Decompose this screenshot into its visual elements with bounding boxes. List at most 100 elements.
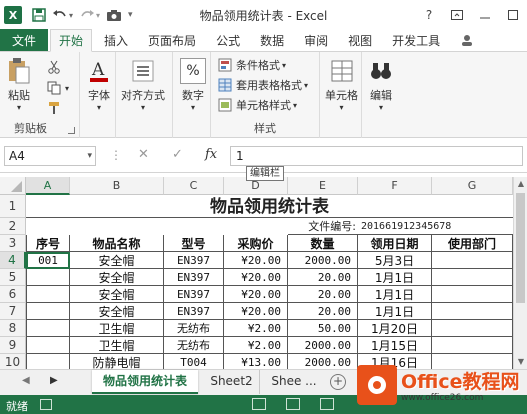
header-date[interactable]: 领用日期 (358, 235, 432, 252)
formula-bar-grip[interactable]: ⋮ (110, 148, 122, 162)
editing-button[interactable]: 编辑 ▾ (368, 58, 394, 112)
ribbon-display-icon[interactable] (443, 3, 471, 27)
cut-button[interactable] (46, 58, 65, 76)
cell-model[interactable]: EN397 (164, 252, 224, 269)
camera-icon[interactable] (106, 4, 122, 26)
save-icon[interactable] (32, 4, 46, 26)
insert-function-icon[interactable]: fx (205, 147, 217, 162)
sheet-tab-2[interactable]: Sheet2 (204, 370, 260, 394)
maximize-icon[interactable] (499, 3, 527, 27)
row-header-8[interactable]: 8 (0, 320, 26, 337)
cell-date[interactable]: 1月1日 (358, 269, 432, 286)
tab-file[interactable]: 文件 (0, 29, 49, 51)
cell-item-name[interactable]: 卫生帽 (70, 320, 164, 337)
cell-date[interactable]: 1月1日 (358, 303, 432, 320)
undo-dropdown-icon[interactable]: ▾ (69, 4, 73, 26)
cell-model[interactable]: EN397 (164, 269, 224, 286)
row-header-6[interactable]: 6 (0, 286, 26, 303)
font-button[interactable]: A 字体 ▾ (86, 58, 112, 112)
tab-developer[interactable]: 开发工具 (384, 29, 448, 51)
cell-no[interactable] (26, 320, 70, 337)
cell-no[interactable] (26, 269, 70, 286)
row-header-5[interactable]: 5 (0, 269, 26, 286)
cell-price[interactable]: ¥20.00 (224, 269, 288, 286)
cell-date[interactable]: 5月3日 (358, 252, 432, 269)
sheet-next-icon[interactable]: ▶ (50, 375, 58, 386)
cell-price[interactable]: ¥20.00 (224, 252, 288, 269)
header-item-name[interactable]: 物品名称 (70, 235, 164, 252)
cell-model[interactable]: 无纺布 (164, 337, 224, 354)
tab-data[interactable]: 数据 (252, 29, 292, 51)
name-box[interactable]: A4 ▾ (4, 146, 96, 166)
normal-view-icon[interactable] (252, 398, 266, 410)
paste-button[interactable]: 粘贴 ▾ (6, 58, 32, 112)
tab-home[interactable]: 开始 (50, 29, 93, 52)
cell-quantity[interactable]: 20.00 (288, 286, 358, 303)
cell-price[interactable]: ¥2.00 (224, 337, 288, 354)
formula-input[interactable]: 1 (230, 146, 523, 166)
sheet-tab-1[interactable]: 物品领用统计表 (92, 370, 198, 394)
cell-department[interactable] (432, 286, 513, 303)
column-header-g[interactable]: G (432, 177, 513, 195)
cell-price[interactable]: ¥20.00 (224, 286, 288, 303)
cell-department[interactable] (432, 337, 513, 354)
cell-no[interactable]: 001 (26, 252, 70, 269)
cell-model[interactable]: T004 (164, 354, 224, 369)
cell-price[interactable]: ¥13.00 (224, 354, 288, 369)
cell-item-name[interactable]: 防静电帽 (70, 354, 164, 369)
tab-view[interactable]: 视图 (340, 29, 380, 51)
sheet-tab-3[interactable]: Shee ... (264, 370, 324, 394)
doc-number-value[interactable]: 201661912345678 (358, 218, 513, 235)
cells-button[interactable]: 单元格 ▾ (325, 58, 358, 112)
customize-qat-icon[interactable]: ▾ (128, 4, 133, 26)
cell-model[interactable]: EN397 (164, 303, 224, 320)
name-box-dropdown-icon[interactable]: ▾ (87, 147, 92, 165)
cell-price[interactable]: ¥2.00 (224, 320, 288, 337)
header-quantity[interactable]: 数量 (288, 235, 358, 252)
cell-date[interactable]: 1月1日 (358, 286, 432, 303)
cell-item-name[interactable]: 卫生帽 (70, 337, 164, 354)
enter-icon[interactable]: ✓ (172, 147, 183, 162)
clipboard-launcher-icon[interactable] (68, 127, 75, 134)
row-header-1[interactable]: 1 (0, 195, 26, 218)
column-header-b[interactable]: B (70, 177, 164, 195)
worksheet-grid[interactable]: A B C D E F G 1 2 3 4 5 6 7 8 9 10 物品领用统… (0, 177, 527, 369)
cell-quantity[interactable]: 2000.00 (288, 252, 358, 269)
redo-icon[interactable] (79, 4, 95, 26)
cell-department[interactable] (432, 320, 513, 337)
cell-model[interactable]: 无纺布 (164, 320, 224, 337)
cell-item-name[interactable]: 安全帽 (70, 252, 164, 269)
help-icon[interactable]: ? (415, 3, 443, 27)
table-format-button[interactable]: 套用表格格式 ▾ (217, 76, 308, 94)
row-header-2[interactable]: 2 (0, 218, 26, 235)
cell-quantity[interactable]: 20.00 (288, 269, 358, 286)
cell-no[interactable] (26, 303, 70, 320)
tab-page-layout[interactable]: 页面布局 (140, 29, 204, 51)
excel-logo-icon[interactable]: X (4, 6, 22, 24)
sheet-title[interactable]: 物品领用统计表 (26, 196, 513, 218)
cell-style-button[interactable]: 单元格样式 ▾ (217, 96, 297, 114)
tab-insert[interactable]: 插入 (96, 29, 136, 51)
number-button[interactable]: % 数字 ▾ (180, 58, 206, 112)
tab-review[interactable]: 审阅 (296, 29, 336, 51)
scroll-thumb[interactable] (516, 193, 525, 303)
cell-department[interactable] (432, 252, 513, 269)
scroll-up-icon[interactable]: ▲ (514, 177, 527, 191)
row-header-7[interactable]: 7 (0, 303, 26, 320)
cell-no[interactable] (26, 337, 70, 354)
cell-date[interactable]: 1月20日 (358, 320, 432, 337)
add-sheet-icon[interactable]: + (330, 374, 346, 390)
column-header-a[interactable]: A (26, 177, 70, 195)
vertical-scrollbar[interactable]: ▲ ▼ (513, 177, 527, 369)
row-header-3[interactable]: 3 (0, 235, 26, 252)
copy-button[interactable]: ▾ (46, 79, 69, 97)
page-break-view-icon[interactable] (320, 398, 334, 410)
column-header-f[interactable]: F (358, 177, 432, 195)
alignment-button[interactable]: 对齐方式 ▾ (121, 58, 165, 112)
cell-no[interactable] (26, 286, 70, 303)
row-header-4[interactable]: 4 (0, 252, 26, 269)
cell-no[interactable] (26, 354, 70, 369)
sheet-prev-icon[interactable]: ◀ (22, 375, 30, 386)
cell-department[interactable] (432, 303, 513, 320)
minimize-icon[interactable] (471, 3, 499, 27)
